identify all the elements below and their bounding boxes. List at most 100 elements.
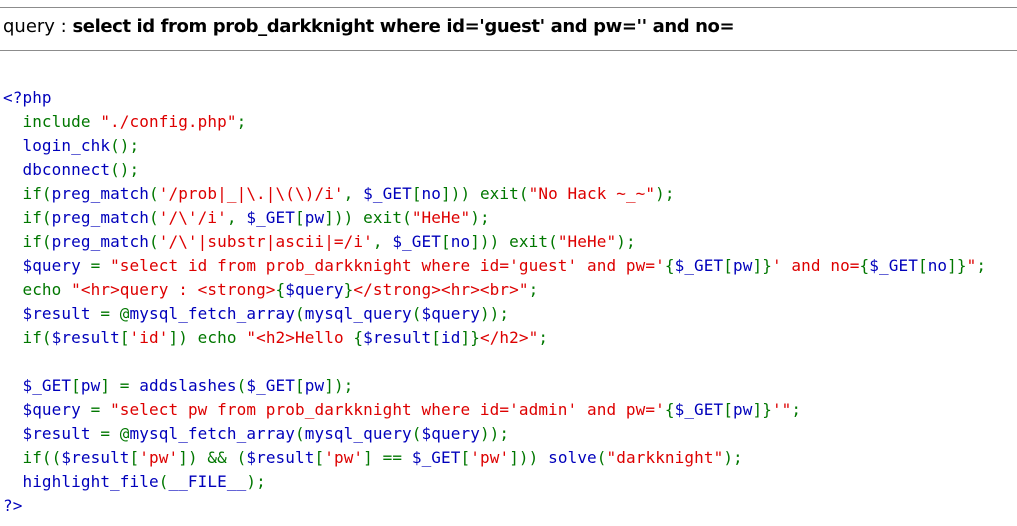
- code-token-keyword: = @: [100, 424, 130, 443]
- code-token-string: 'pw': [324, 448, 364, 467]
- code-token-default: $result: [3, 424, 101, 443]
- code-token-keyword: ,: [343, 184, 364, 203]
- code-token-string: "./config.php": [100, 112, 237, 131]
- code-token-keyword: [: [295, 376, 305, 395]
- code-token-keyword: ])): [509, 448, 549, 467]
- code-token-keyword: (: [295, 304, 305, 323]
- code-token-keyword: (: [596, 448, 607, 467]
- code-token-default: no: [927, 256, 948, 275]
- code-token-default: $query: [285, 280, 344, 299]
- code-line: if(preg_match('/\'|substr|ascii|=/i', $_…: [3, 230, 986, 254]
- code-token-keyword: ();: [110, 136, 140, 155]
- code-token-keyword: if((: [3, 448, 62, 467]
- code-token-string: 'id': [129, 328, 169, 347]
- code-token-keyword: [: [431, 328, 442, 347]
- code-token-default: $_GET: [869, 256, 918, 275]
- code-token-keyword: if(: [3, 232, 52, 251]
- code-token-default: $_GET: [246, 376, 296, 395]
- code-token-keyword: ]}: [947, 256, 967, 275]
- code-line: highlight_file(__FILE__);: [3, 470, 986, 494]
- code-token-keyword: (: [149, 232, 159, 251]
- code-token-string: "select id from prob_darkknight where id…: [110, 256, 665, 275]
- code-token-keyword: =: [90, 256, 111, 275]
- code-token-default: dbconnect: [3, 160, 111, 179]
- code-token-keyword: {: [859, 256, 870, 275]
- code-token-keyword: {: [353, 328, 364, 347]
- code-line: dbconnect();: [3, 158, 986, 182]
- code-token-keyword: );: [246, 472, 266, 491]
- code-token-keyword: ])) exit(: [470, 232, 558, 251]
- code-token-keyword: [: [441, 232, 451, 251]
- code-token-default: highlight_file: [3, 472, 159, 491]
- code-token-default: $query: [421, 304, 480, 323]
- code-token-keyword: );: [723, 448, 743, 467]
- code-token-keyword: [: [129, 448, 140, 467]
- code-token-default: no: [450, 232, 471, 251]
- code-token-keyword: if(: [3, 184, 52, 203]
- code-token-default: id: [441, 328, 461, 347]
- code-token-string: "<hr>query : <strong>: [71, 280, 276, 299]
- code-token-string: "HeHe": [411, 208, 471, 227]
- code-token-keyword: if(: [3, 208, 52, 227]
- code-token-keyword: ])) exit(: [441, 184, 529, 203]
- code-token-keyword: =: [90, 400, 111, 419]
- code-token-default: $result: [363, 328, 432, 347]
- code-token-default: $_GET: [363, 184, 412, 203]
- code-line: if($result['id']) echo "<h2>Hello {$resu…: [3, 326, 986, 350]
- code-token-keyword: ,: [226, 208, 247, 227]
- code-line: $_GET[pw] = addslashes($_GET[pw]);: [3, 374, 986, 398]
- code-token-keyword: );: [470, 208, 490, 227]
- code-token-keyword: echo: [3, 280, 72, 299]
- code-token-keyword: {: [664, 400, 675, 419]
- code-token-default: __FILE__: [168, 472, 247, 491]
- code-token-string: 'pw': [139, 448, 179, 467]
- code-token-keyword: (: [411, 424, 422, 443]
- code-line: $query = "select id from prob_darkknight…: [3, 254, 986, 278]
- code-token-keyword: (: [149, 184, 159, 203]
- code-token-string: "HeHe": [557, 232, 617, 251]
- bottom-horizontal-rule: [0, 50, 1017, 51]
- code-token-keyword: ]}: [752, 256, 772, 275]
- code-token-keyword: (: [149, 208, 159, 227]
- code-line: echo "<hr>query : <strong>{$query}</stro…: [3, 278, 986, 302]
- code-token-keyword: ));: [479, 304, 510, 323]
- code-line: $query = "select pw from prob_darkknight…: [3, 398, 986, 422]
- code-token-keyword: [: [723, 256, 733, 275]
- code-token-default: login_chk: [3, 136, 111, 155]
- code-token-default: $result: [246, 448, 315, 467]
- code-token-string: '/\'/i': [158, 208, 227, 227]
- code-token-keyword: ;: [236, 112, 247, 131]
- code-token-keyword: (: [158, 472, 169, 491]
- code-token-default: $result: [51, 328, 120, 347]
- code-line: ?>: [3, 494, 986, 518]
- code-line: $result = @mysql_fetch_array(mysql_query…: [3, 302, 986, 326]
- code-line: if(($result['pw']) && ($result['pw'] == …: [3, 446, 986, 470]
- code-token-default: mysql_query: [304, 304, 412, 323]
- code-token-keyword: ]) && (: [178, 448, 247, 467]
- code-token-default: $_GET: [3, 376, 72, 395]
- code-token-string: "darkknight": [606, 448, 724, 467]
- code-line: if(preg_match('/\'/i', $_GET[pw])) exit(…: [3, 206, 986, 230]
- code-token-default: ?>: [3, 496, 23, 515]
- code-token-keyword: ;: [976, 256, 987, 275]
- code-token-keyword: ]}: [752, 400, 772, 419]
- code-token-string: </strong><hr><br>": [353, 280, 529, 299]
- code-token-string: 'pw': [470, 448, 510, 467]
- code-token-string: '": [771, 400, 792, 419]
- code-token-keyword: ;: [791, 400, 802, 419]
- code-token-default: mysql_fetch_array: [129, 304, 295, 323]
- query-sql: select id from prob_darkknight where id=…: [72, 16, 735, 37]
- code-token-keyword: [: [295, 208, 305, 227]
- code-token-keyword: ]}: [460, 328, 480, 347]
- code-token-string: ' and no=: [771, 256, 860, 275]
- code-token-string: "select pw from prob_darkknight where id…: [110, 400, 665, 419]
- code-token-default: $_GET: [674, 256, 724, 275]
- code-token-keyword: {: [275, 280, 286, 299]
- code-token-keyword: ] =: [100, 376, 140, 395]
- code-token-default: mysql_query: [304, 424, 412, 443]
- code-token-default: <?php: [3, 88, 52, 107]
- code-token-keyword: [: [119, 328, 130, 347]
- code-token-keyword: ]);: [324, 376, 354, 395]
- code-token-keyword: ,: [372, 232, 393, 251]
